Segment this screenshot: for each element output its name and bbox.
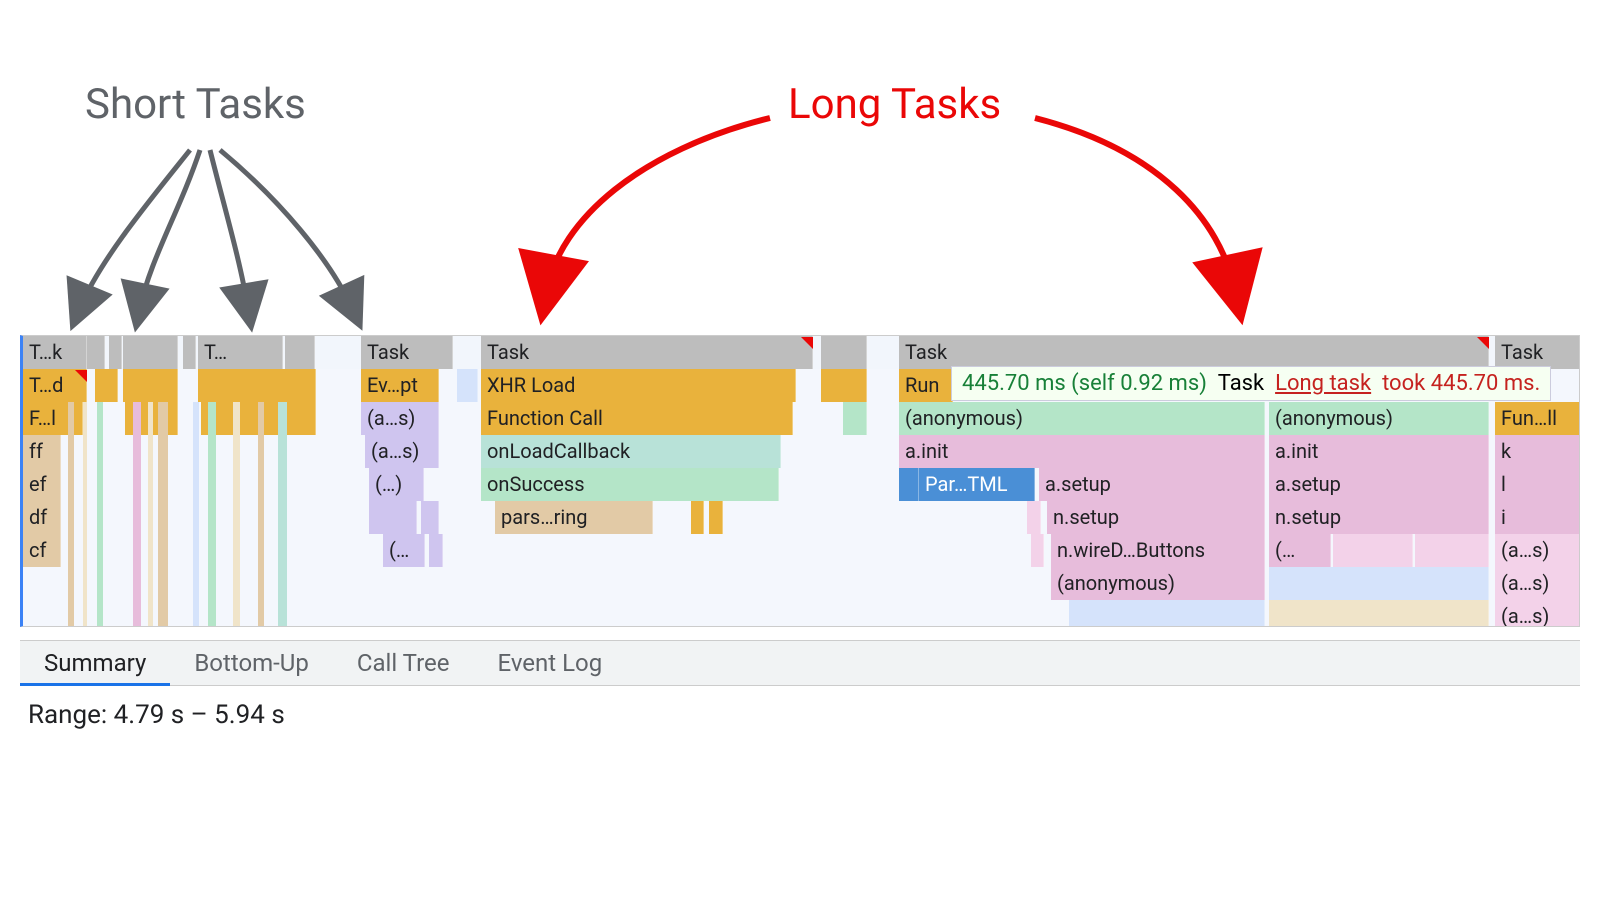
tooltip-duration: 445.70 ms (self 0.92 ms): [962, 371, 1207, 396]
tooltip-long-task-link[interactable]: Long task: [1275, 371, 1371, 396]
call-block[interactable]: i: [1495, 501, 1580, 534]
task-tooltip: 445.70 ms (self 0.92 ms) Task Long task …: [951, 366, 1551, 401]
call-block[interactable]: Run: [899, 369, 953, 402]
range-label: Range: 4.79 s – 5.94 s: [28, 700, 285, 730]
tooltip-type: Task: [1218, 371, 1264, 396]
tab-summary[interactable]: Summary: [20, 640, 170, 686]
short-tasks-label: Short Tasks: [85, 80, 306, 129]
call-block[interactable]: l: [1495, 468, 1580, 501]
task-block[interactable]: Task: [1495, 336, 1580, 369]
call-block[interactable]: k: [1495, 435, 1580, 468]
call-block[interactable]: (a…s): [1495, 600, 1580, 626]
call-block[interactable]: (a…s): [1495, 567, 1580, 600]
tab-bottom-up[interactable]: Bottom-Up: [170, 640, 333, 686]
call-block[interactable]: Fun…ll: [1495, 402, 1580, 435]
call-block[interactable]: (a…s): [1495, 534, 1580, 567]
flame-chart[interactable]: T…k T… T…d F…l ff ef d: [20, 335, 1580, 627]
details-tabs: Summary Bottom-Up Call Tree Event Log: [20, 640, 1580, 686]
annotation-arrows: [0, 0, 1600, 340]
long-tasks-label: Long Tasks: [788, 80, 1001, 129]
tab-call-tree[interactable]: Call Tree: [333, 640, 474, 686]
tab-event-log[interactable]: Event Log: [473, 640, 626, 686]
